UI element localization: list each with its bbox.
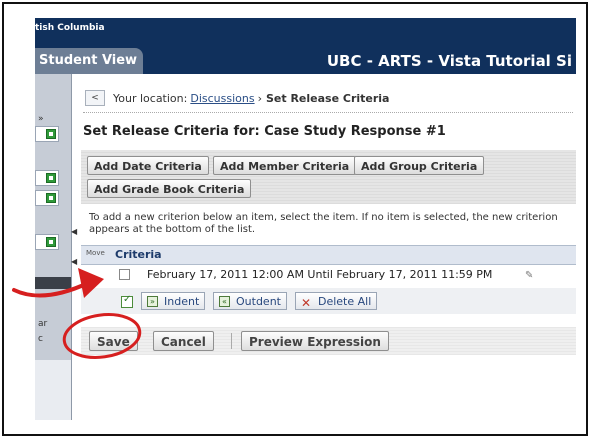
instructions-text: To add a new criterion below an item, se… (89, 212, 558, 235)
brand-text: tish Columbia (35, 23, 105, 33)
list-item[interactable]: February 17, 2011 12:00 AM Until Februar… (81, 264, 576, 286)
breadcrumb-current: Set Release Criteria (265, 91, 390, 105)
app-header: tish Columbia Student View UBC - ARTS - … (35, 18, 576, 74)
nav-lower-panel: ar c (35, 319, 71, 420)
left-nav: » ar c (35, 74, 72, 420)
criterion-checkbox[interactable] (119, 269, 130, 280)
page-title: Set Release Criteria for: Case Study Res… (83, 124, 446, 139)
delete-icon: ✕ (301, 296, 312, 310)
criteria-toolbar: » Indent « Outdent ✕ Delete All (81, 288, 576, 314)
add-group-criteria-button[interactable]: Add Group Criteria (354, 156, 485, 175)
move-column-label: Move (86, 249, 105, 257)
nav-slot[interactable] (35, 234, 59, 250)
edit-criterion-icon[interactable]: ✎ (525, 270, 533, 281)
chevron-down-icon[interactable]: » (38, 114, 44, 124)
add-grade-book-criteria-button[interactable]: Add Grade Book Criteria (87, 179, 252, 198)
nav-divider (35, 277, 71, 289)
nav-slot[interactable] (35, 190, 59, 206)
main-content: < Your location: Discussions › Set Relea… (77, 82, 576, 422)
nav-slot[interactable] (35, 126, 59, 142)
delete-all-button[interactable]: ✕ Delete All (295, 292, 378, 310)
nav-status-icon (46, 193, 56, 203)
preview-expression-button[interactable]: Preview Expression (241, 331, 389, 351)
select-all-checkbox[interactable] (121, 294, 133, 308)
indent-label: Indent (164, 295, 200, 308)
delete-all-label: Delete All (318, 295, 372, 308)
nav-status-icon (46, 129, 56, 139)
divider (231, 333, 232, 349)
divider (83, 112, 573, 113)
nav-status-icon (46, 237, 56, 247)
outdent-button[interactable]: « Outdent (213, 292, 287, 310)
nav-slot[interactable] (35, 170, 59, 186)
breadcrumb-separator: › (257, 91, 262, 105)
breadcrumb-link-discussions[interactable]: Discussions (190, 92, 254, 105)
nav-fragment: ar (38, 319, 48, 329)
site-title: UBC - ARTS - Vista Tutorial Si (326, 52, 572, 70)
cancel-button[interactable]: Cancel (153, 331, 214, 351)
criteria-column-label: Criteria (115, 248, 162, 261)
nav-fragment: c (38, 334, 43, 344)
criteria-button-bar: Add Date Criteria Add Member Criteria Ad… (81, 150, 576, 204)
action-bar: Save Cancel Preview Expression (81, 327, 576, 355)
nav-status-icon (46, 173, 56, 183)
add-date-criteria-button[interactable]: Add Date Criteria (87, 156, 209, 175)
indent-button[interactable]: » Indent (141, 292, 206, 310)
indent-icon: » (147, 296, 158, 307)
tab-student-view[interactable]: Student View (35, 48, 143, 74)
add-member-criteria-button[interactable]: Add Member Criteria (213, 156, 357, 175)
screenshot-frame: tish Columbia Student View UBC - ARTS - … (2, 2, 588, 436)
breadcrumb: < Your location: Discussions › Set Relea… (85, 88, 389, 108)
breadcrumb-prefix: Your location: (113, 91, 188, 105)
criterion-text: February 17, 2011 12:00 AM Until Februar… (147, 268, 493, 281)
outdent-label: Outdent (236, 295, 281, 308)
outdent-icon: « (219, 296, 230, 307)
save-button[interactable]: Save (89, 331, 138, 351)
criteria-list-header: Move Criteria (81, 245, 576, 265)
back-icon[interactable]: < (85, 90, 105, 106)
